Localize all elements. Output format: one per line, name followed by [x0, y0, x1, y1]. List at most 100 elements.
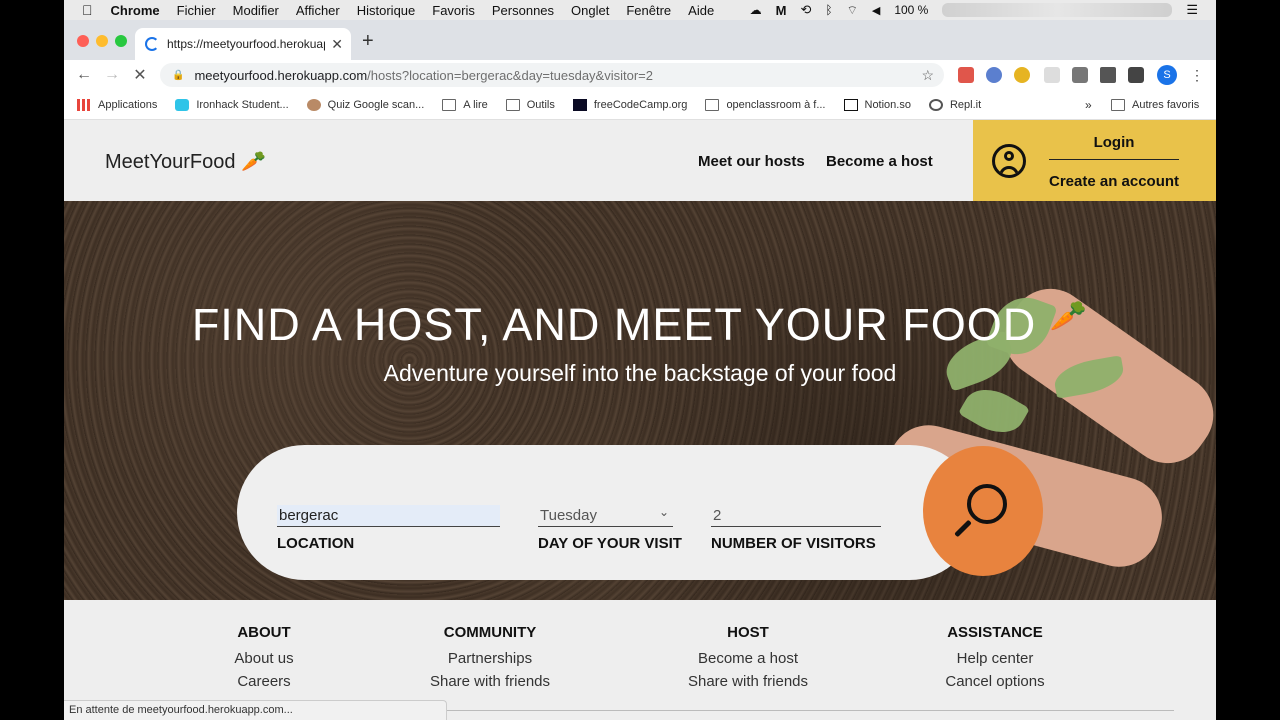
apple-icon[interactable]:  — [82, 2, 93, 18]
create-account-link[interactable]: Create an account — [1049, 173, 1179, 190]
bookmark-openclassroom[interactable]: openclassroom à f... — [705, 98, 826, 111]
menu-fichier[interactable]: Fichier — [177, 3, 216, 18]
browser-toolbar: ← → ✕ 🔒 meetyourfood.herokuapp.com /host… — [64, 60, 1216, 90]
extension-icon-4[interactable] — [1044, 67, 1060, 83]
close-window-button[interactable] — [77, 35, 89, 47]
footer-heading: ABOUT — [237, 624, 291, 641]
footer-link-partnerships[interactable]: Partnerships — [410, 647, 570, 670]
chrome-menu-icon[interactable]: ⋮ — [1190, 67, 1206, 83]
tab-active[interactable]: https://meetyourfood.herokuapp ✕ — [135, 28, 351, 60]
bookmark-star-icon[interactable]: ☆ — [921, 67, 934, 84]
bookmark-other-favorites[interactable]: Autres favoris — [1111, 98, 1200, 111]
macos-menu-bar:  Chrome Fichier Modifier Afficher Histo… — [64, 0, 1216, 20]
footer-link-careers[interactable]: Careers — [204, 670, 324, 693]
browser-window: https://meetyourfood.herokuapp ✕ + ← → ✕… — [64, 20, 1216, 720]
lock-icon[interactable]: 🔒 — [172, 70, 184, 81]
site-logo[interactable]: MeetYourFood 🥕 — [105, 149, 266, 174]
footer-heading: ASSISTANCE — [947, 624, 1043, 641]
menu-aide[interactable]: Aide — [688, 3, 714, 18]
forward-button[interactable]: → — [98, 66, 126, 84]
url-path: /hosts?location=bergerac&day=tuesday&vis… — [367, 67, 653, 83]
extension-icon-2[interactable] — [986, 67, 1002, 83]
search-button[interactable] — [923, 446, 1043, 576]
media-control-icon[interactable] — [1128, 67, 1144, 83]
bookmark-label: Ironhack Student... — [196, 98, 289, 111]
bookmark-a-lire[interactable]: A lire — [442, 98, 488, 111]
footer-link-share-friends[interactable]: Share with friends — [668, 670, 828, 693]
bookmark-label: Outils — [526, 98, 555, 111]
notification-center-icon[interactable]: ☰ — [1186, 2, 1198, 18]
menu-afficher[interactable]: Afficher — [296, 3, 340, 18]
nav-become-host[interactable]: Become a host — [826, 153, 933, 170]
back-button[interactable]: ← — [70, 66, 98, 84]
bookmark-label: Notion.so — [864, 98, 911, 111]
maximize-window-button[interactable] — [115, 35, 127, 47]
folder-icon — [505, 98, 520, 111]
loading-spinner-icon — [145, 37, 159, 51]
menu-historique[interactable]: Historique — [357, 3, 416, 18]
bookmark-notion[interactable]: Notion.so — [843, 98, 911, 111]
bookmark-outils[interactable]: Outils — [505, 98, 555, 111]
minimize-window-button[interactable] — [96, 35, 108, 47]
menu-modifier[interactable]: Modifier — [233, 3, 279, 18]
location-label: LOCATION — [277, 535, 355, 552]
menu-chrome[interactable]: Chrome — [111, 3, 160, 18]
footer-link-cancel-options[interactable]: Cancel options — [920, 670, 1070, 693]
location-input[interactable]: bergerac — [277, 505, 500, 527]
battery-percentage: 100 % — [894, 3, 929, 17]
menu-fenetre[interactable]: Fenêtre — [626, 3, 671, 18]
hero-subtitle: Adventure yourself into the backstage of… — [383, 360, 897, 386]
freecodecamp-icon — [572, 98, 587, 111]
bluetooth-icon[interactable]: ᛒ — [825, 3, 832, 17]
hero-title: FIND A HOST, AND MEET YOUR FOOD 🥕 — [64, 299, 1216, 351]
footer-link-help-center[interactable]: Help center — [920, 647, 1070, 670]
url-host: meetyourfood.herokuapp.com — [194, 67, 368, 83]
extension-icon-3[interactable] — [1014, 67, 1030, 83]
footer-link-about-us[interactable]: About us — [204, 647, 324, 670]
bookmark-applications[interactable]: Applications — [77, 98, 158, 111]
footer-link-share-friends[interactable]: Share with friends — [410, 670, 570, 693]
bookmark-label: A lire — [463, 98, 488, 111]
bookmark-label: Applications — [98, 98, 158, 111]
visitors-label: NUMBER OF VISITORS — [711, 535, 876, 552]
bookmark-label: Autres favoris — [1132, 98, 1200, 111]
day-select[interactable]: Tuesday ⌄ — [538, 505, 673, 527]
footer-heading: HOST — [727, 624, 769, 641]
bookmark-label: Repl.it — [949, 98, 982, 111]
malwarebytes-icon[interactable]: M — [776, 3, 787, 18]
time-machine-icon[interactable]: ⟲ — [800, 2, 811, 18]
menu-favoris[interactable]: Favoris — [432, 3, 475, 18]
bookmarks-bar: Applications Ironhack Student... Quiz Go… — [64, 90, 1216, 120]
menu-onglet[interactable]: Onglet — [571, 3, 609, 18]
bookmark-replit[interactable]: Repl.it — [928, 98, 982, 111]
extension-icon-1[interactable] — [958, 67, 974, 83]
status-bar: En attente de meetyourfood.herokuapp.com… — [64, 700, 447, 720]
login-link[interactable]: Login — [1049, 134, 1179, 160]
close-tab-icon[interactable]: ✕ — [331, 36, 343, 53]
wifi-icon[interactable]: ⌔ — [847, 3, 858, 18]
hero-section: FIND A HOST, AND MEET YOUR FOOD 🥕 Advent… — [64, 201, 1216, 600]
extensions-puzzle-icon[interactable] — [1100, 67, 1116, 83]
user-icon[interactable] — [992, 144, 1026, 178]
day-label: DAY OF YOUR VISIT — [538, 535, 682, 552]
visitors-input[interactable]: 2 — [711, 505, 881, 527]
menu-personnes[interactable]: Personnes — [492, 3, 554, 18]
more-bookmarks-icon[interactable]: » — [1085, 98, 1092, 112]
extension-icon-5[interactable] — [1072, 67, 1088, 83]
nav-meet-hosts[interactable]: Meet our hosts — [698, 153, 805, 170]
account-panel: Login Create an account — [973, 120, 1216, 201]
bookmark-ironhack[interactable]: Ironhack Student... — [175, 98, 289, 111]
bookmark-quiz-google[interactable]: Quiz Google scan... — [306, 98, 424, 111]
hero-title-text: FIND A HOST, AND MEET YOUR FOOD — [191, 299, 1037, 350]
volume-icon[interactable]: ◀ — [872, 4, 880, 17]
search-icon — [967, 484, 1007, 524]
new-tab-button[interactable]: + — [362, 30, 374, 53]
footer-link-become-host[interactable]: Become a host — [668, 647, 828, 670]
address-bar[interactable]: 🔒 meetyourfood.herokuapp.com /hosts?loca… — [160, 63, 944, 87]
stop-loading-button[interactable]: ✕ — [126, 65, 154, 85]
profile-avatar[interactable]: S — [1157, 65, 1177, 85]
cloud-icon[interactable]: ☁ — [750, 3, 762, 17]
bookmark-label: openclassroom à f... — [726, 98, 826, 111]
bookmark-freecodecamp[interactable]: freeCodeCamp.org — [572, 98, 687, 111]
folder-icon — [705, 98, 720, 111]
